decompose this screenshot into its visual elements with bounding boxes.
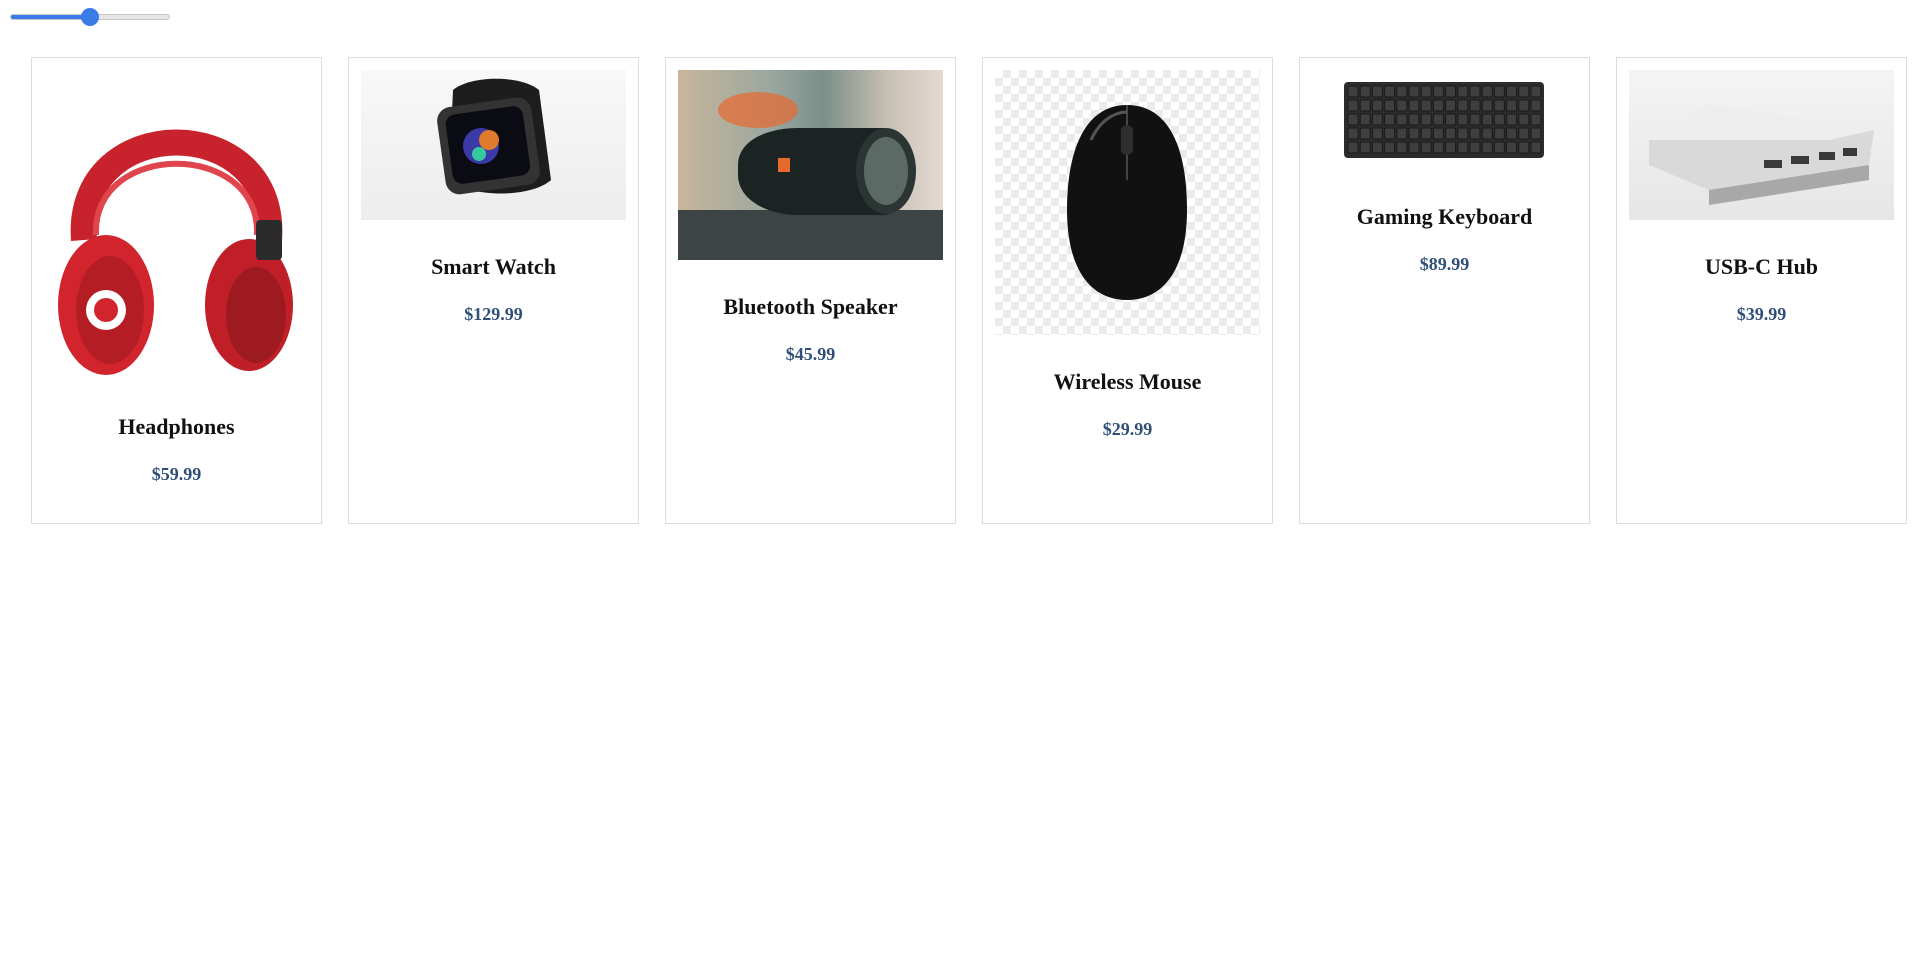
product-card-wireless-mouse[interactable]: Wireless Mouse $29.99	[982, 57, 1273, 524]
product-name: Smart Watch	[431, 254, 556, 279]
product-name: Bluetooth Speaker	[723, 294, 898, 319]
product-price: $45.99	[785, 344, 836, 364]
smart-watch-image	[361, 70, 626, 220]
bluetooth-speaker-image	[678, 70, 943, 260]
product-card-gaming-keyboard[interactable]: Gaming Keyboard $89.99	[1299, 57, 1590, 524]
slider-thumb[interactable]	[81, 8, 99, 26]
product-price: $129.99	[464, 304, 523, 324]
product-price: $59.99	[151, 464, 202, 484]
gaming-keyboard-image	[1312, 70, 1577, 170]
product-name: Gaming Keyboard	[1356, 204, 1533, 229]
product-price: $29.99	[1102, 419, 1153, 439]
product-price: $89.99	[1419, 254, 1470, 274]
slider-fill	[11, 15, 90, 19]
wireless-mouse-image	[995, 70, 1260, 335]
usb-c-hub-image	[1629, 70, 1894, 220]
product-card-bluetooth-speaker[interactable]: Bluetooth Speaker $45.99	[665, 57, 956, 524]
size-slider[interactable]	[10, 8, 170, 28]
product-name: USB-C Hub	[1704, 254, 1819, 279]
product-grid: Headphones $59.99 Smart Watch $129.99 Bl…	[31, 57, 1907, 524]
headphones-image	[44, 70, 309, 380]
product-card-usb-c-hub[interactable]: USB-C Hub $39.99	[1616, 57, 1907, 524]
product-card-smart-watch[interactable]: Smart Watch $129.99	[348, 57, 639, 524]
product-card-headphones[interactable]: Headphones $59.99	[31, 57, 322, 524]
product-name: Headphones	[118, 414, 235, 439]
product-price: $39.99	[1736, 304, 1787, 324]
product-name: Wireless Mouse	[1053, 369, 1202, 394]
